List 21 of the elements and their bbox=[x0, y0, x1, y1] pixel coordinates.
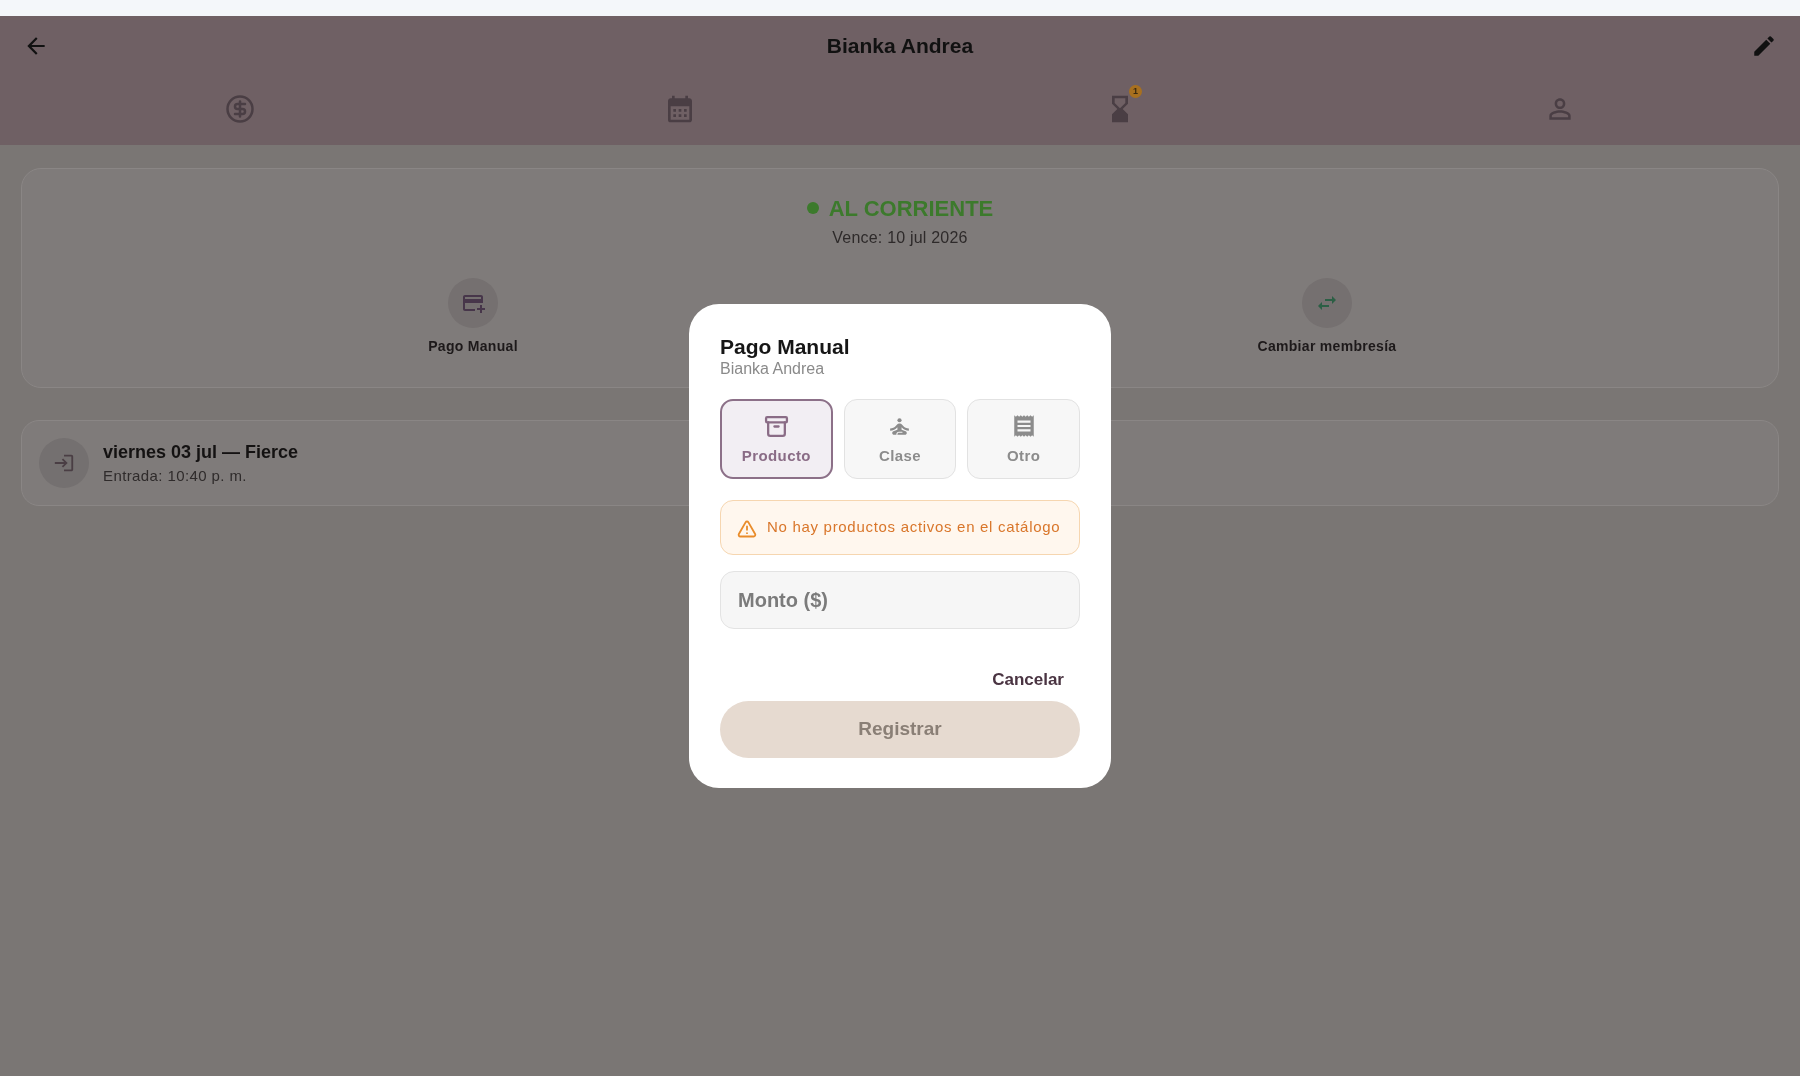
warning-icon bbox=[737, 519, 757, 539]
visit-title: viernes 03 jul — Fierce bbox=[103, 441, 299, 464]
type-option[interactable]: Clase bbox=[843, 399, 957, 479]
dollar-circle-icon bbox=[225, 94, 255, 124]
status-label: AL CORRIENTE bbox=[828, 194, 994, 223]
dialog-subtitle: Bianka Andrea bbox=[720, 359, 826, 378]
archive-box-icon bbox=[763, 413, 789, 439]
pencil-icon bbox=[1751, 33, 1777, 59]
login-arrow-icon bbox=[53, 452, 75, 474]
action-button[interactable]: Cambiar membresía bbox=[1257, 278, 1397, 357]
action-button[interactable]: Pago Manual bbox=[428, 278, 518, 357]
dialog-title: Pago Manual bbox=[720, 334, 851, 359]
amount-field[interactable]: Monto ($) bbox=[720, 571, 1080, 629]
warning-message: No hay productos activos en el catálogo bbox=[767, 517, 1061, 538]
header-title: Bianka Andrea bbox=[826, 33, 974, 60]
type-option[interactable]: Otro bbox=[967, 399, 1080, 479]
type-option[interactable]: Producto bbox=[720, 399, 833, 479]
count-badge: 1 bbox=[1129, 85, 1142, 98]
visit-time: Entrada: 10:40 p. m. bbox=[103, 466, 248, 485]
expiry-date: Vence: 10 jul 2026 bbox=[832, 228, 968, 248]
cancel-button[interactable]: Cancelar bbox=[992, 669, 1064, 690]
